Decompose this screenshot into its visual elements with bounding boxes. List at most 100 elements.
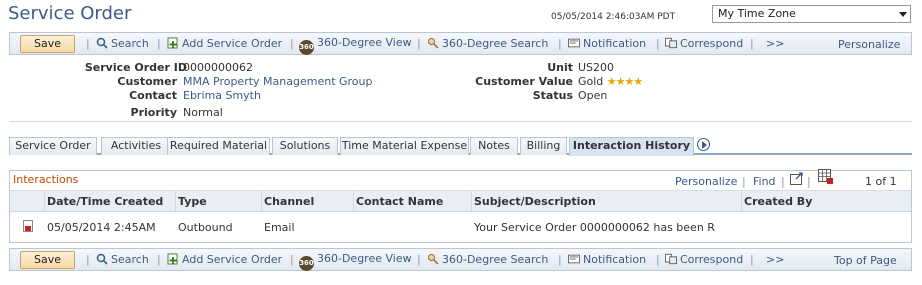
notification-link[interactable]: Notification: [568, 253, 646, 266]
toolbar-separator: |: [290, 253, 294, 266]
grid-title: Interactions: [13, 173, 79, 186]
customer-value-label: Customer Value: [475, 75, 573, 88]
tab-service-order[interactable]: Service Order: [9, 137, 97, 155]
correspond-icon: [665, 253, 677, 265]
tab-billing[interactable]: Billing: [520, 137, 567, 155]
toolbar-separator: |: [558, 253, 562, 266]
toolbar-separator: |: [417, 37, 421, 50]
correspond-icon: [665, 37, 677, 49]
correspond-link[interactable]: Correspond: [665, 253, 743, 266]
add-icon: [167, 253, 178, 265]
column-headers: Date/Time Created Type Channel Contact N…: [10, 191, 911, 212]
tab-required-material[interactable]: Required Material: [167, 137, 270, 155]
search-label: Search: [111, 37, 149, 50]
star-icon: ★: [615, 75, 626, 88]
col-contact-name[interactable]: Contact Name: [356, 195, 443, 208]
360-search-icon: [428, 38, 439, 49]
personalize-link[interactable]: Personalize: [838, 38, 900, 51]
toolbar-separator: |: [86, 37, 90, 50]
chevron-down-icon: [899, 12, 907, 17]
correspond-label: Correspond: [680, 253, 744, 266]
add-service-order-label: Add Service Order: [182, 253, 283, 266]
grid-separator: |: [742, 175, 746, 188]
notification-label: Notification: [583, 37, 647, 50]
notification-link[interactable]: Notification: [568, 37, 646, 50]
grid-personalize-link[interactable]: Personalize: [675, 175, 737, 188]
col-created-by[interactable]: Created By: [744, 195, 812, 208]
download-grid-icon[interactable]: [818, 169, 833, 184]
more-link[interactable]: >>: [766, 37, 784, 50]
unit-label: Unit: [547, 61, 573, 74]
tab-solutions[interactable]: Solutions: [272, 137, 338, 155]
customer-value: Gold ★★★★: [578, 75, 643, 88]
notification-icon: [568, 254, 580, 264]
col-datetime-created[interactable]: Date/Time Created: [47, 195, 163, 208]
toolbar-separator: |: [656, 37, 660, 50]
toolbar-separator: |: [656, 253, 660, 266]
star-icon: ★: [606, 75, 617, 88]
cell-channel: Email: [264, 221, 295, 234]
360-degree-view-label: 360-Degree View: [317, 252, 412, 265]
tab-time-material-expense[interactable]: Time Material Expense: [340, 137, 469, 155]
service-order-id-label: Service Order ID: [84, 61, 187, 74]
toolbar-separator: |: [417, 253, 421, 266]
360-degree-view-link[interactable]: 360 360-Degree View: [299, 36, 412, 55]
contact-link[interactable]: Ebrima Smyth: [183, 89, 261, 102]
timezone-select[interactable]: My Time Zone: [712, 5, 911, 23]
priority-value: Normal: [183, 106, 223, 119]
grid-find-link[interactable]: Find: [753, 175, 776, 188]
tab-bar: Service Order Activities Required Materi…: [9, 136, 912, 156]
priority-label: Priority: [130, 106, 177, 119]
correspond-label: Correspond: [680, 37, 744, 50]
col-type[interactable]: Type: [178, 195, 207, 208]
star-icon: ★: [633, 75, 643, 88]
cell-subject: Your Service Order 0000000062 has been R: [474, 221, 715, 234]
toolbar-separator: |: [86, 253, 90, 266]
360-search-icon: [428, 254, 439, 265]
search-link[interactable]: Search: [96, 37, 149, 50]
search-label: Search: [111, 253, 149, 266]
360-icon: 360: [299, 40, 314, 55]
save-button[interactable]: Save: [20, 251, 75, 269]
cell-datetime: 05/05/2014 2:45AM: [47, 221, 156, 234]
toolbar-separator: |: [750, 37, 754, 50]
view-all-icon[interactable]: [790, 172, 804, 185]
document-icon[interactable]: [23, 220, 33, 232]
360-degree-search-label: 360-Degree Search: [442, 37, 549, 50]
pager-text: 1 of 1: [865, 175, 897, 188]
table-row[interactable]: 05/05/2014 2:45AM Outbound Email Your Se…: [10, 212, 911, 242]
col-channel[interactable]: Channel: [264, 195, 314, 208]
add-service-order-link[interactable]: Add Service Order: [167, 253, 282, 266]
tab-interaction-history[interactable]: Interaction History: [569, 137, 694, 156]
search-link[interactable]: Search: [96, 253, 149, 266]
tab-activities[interactable]: Activities: [101, 137, 171, 155]
add-icon: [167, 37, 178, 49]
save-button[interactable]: Save: [20, 35, 75, 53]
toolbar-separator: |: [750, 253, 754, 266]
toolbar-separator: |: [157, 37, 161, 50]
add-service-order-link[interactable]: Add Service Order: [167, 37, 282, 50]
top-of-page-link[interactable]: Top of Page: [834, 254, 897, 267]
grid-separator: |: [807, 175, 811, 188]
grid-separator: |: [781, 175, 785, 188]
correspond-link[interactable]: Correspond: [665, 37, 743, 50]
page-title: Service Order: [8, 3, 132, 24]
tab-notes[interactable]: Notes: [470, 137, 518, 155]
current-datetime: 05/05/2014 2:46:03AM PDT: [551, 12, 676, 22]
more-link[interactable]: >>: [766, 253, 784, 266]
customer-link[interactable]: MMA Property Management Group: [183, 75, 373, 88]
360-degree-search-link[interactable]: 360-Degree Search: [427, 253, 548, 266]
col-subject-description[interactable]: Subject/Description: [474, 195, 596, 208]
360-degree-view-link[interactable]: 360 360-Degree View: [299, 252, 412, 271]
360-degree-search-link[interactable]: 360-Degree Search: [427, 37, 548, 50]
toolbar-separator: |: [558, 37, 562, 50]
toolbar-separator: |: [157, 253, 161, 266]
search-icon: [96, 37, 108, 49]
notification-label: Notification: [583, 253, 647, 266]
service-order-id-value: 0000000062: [183, 61, 253, 74]
360-degree-search-label: 360-Degree Search: [442, 253, 549, 266]
customer-label: Customer: [117, 75, 177, 88]
status-label: Status: [532, 89, 573, 102]
tab-scroll-right-icon[interactable]: [697, 138, 710, 151]
unit-value: US200: [578, 61, 615, 74]
